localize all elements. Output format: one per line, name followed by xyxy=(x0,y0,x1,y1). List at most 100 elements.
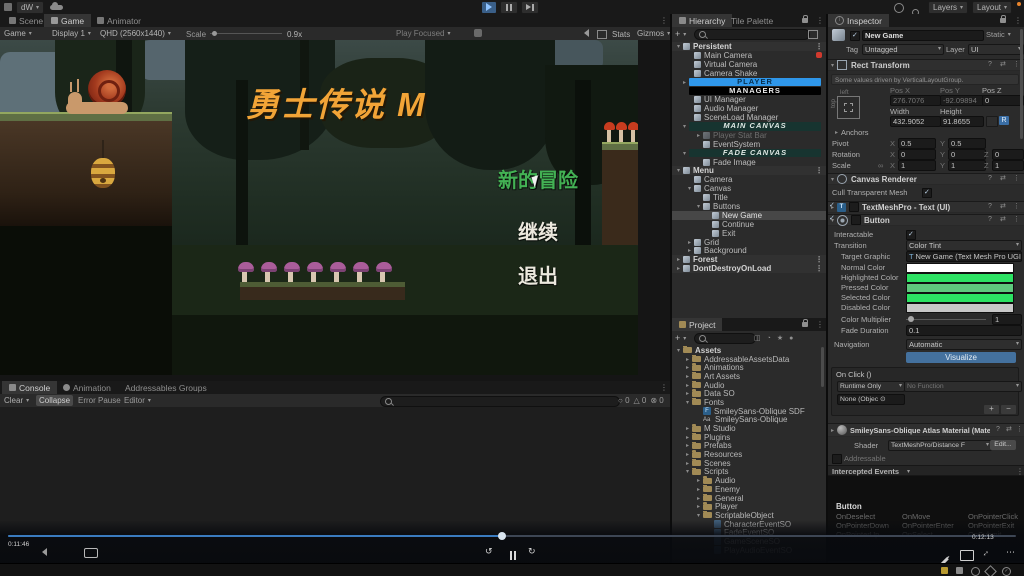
component-menu-icon[interactable]: ⋮ xyxy=(1013,59,1020,71)
inspector-scrollbar[interactable] xyxy=(1020,29,1023,139)
color-multiplier-knob[interactable] xyxy=(908,316,914,322)
search-by-type-icon[interactable] xyxy=(808,30,818,39)
hierarchy-item-separator[interactable]: ▸PLAYER xyxy=(672,78,826,87)
panel-menu-icon[interactable]: ⋮ xyxy=(660,16,668,25)
hierarchy-item-separator[interactable]: ▾MAIN CANVAS xyxy=(672,122,826,131)
status-cache-icon[interactable] xyxy=(956,567,963,574)
project-scrollbar[interactable] xyxy=(821,347,824,387)
status-progress-icon[interactable]: ✓ xyxy=(1002,567,1011,576)
project-item[interactable]: ▸M Studio xyxy=(672,424,822,433)
gameobject-icon[interactable] xyxy=(832,29,845,41)
inspector-menu-icon[interactable]: ⋮ xyxy=(1014,16,1022,25)
pivot-y-field[interactable]: 0.5 xyxy=(948,138,986,149)
shader-dropdown[interactable]: TextMeshPro/Distance F▾ xyxy=(888,440,992,451)
rect-transform-header[interactable]: ▾Rect Transform xyxy=(828,59,1024,71)
selected-color-swatch[interactable] xyxy=(906,293,1014,303)
tag-dropdown[interactable]: Untagged▾ xyxy=(862,44,944,55)
hierarchy-item[interactable]: Main Camera xyxy=(672,51,826,60)
component-menu-icon[interactable]: ⋮ xyxy=(1013,173,1020,185)
project-item[interactable]: ▸Art Assets xyxy=(672,372,822,381)
favorites-icon[interactable]: ★ xyxy=(777,334,783,342)
layers-dropdown[interactable]: Layers▾ xyxy=(928,1,968,14)
material-header[interactable]: ▸SmileySans-Oblique Atlas Material (Mate xyxy=(828,423,1024,437)
raw-edit-button[interactable]: R xyxy=(999,116,1009,125)
anchors-foldout[interactable]: ▸Anchors xyxy=(832,128,869,137)
hierarchy-item[interactable]: Fade Image xyxy=(672,158,826,167)
tab-console[interactable]: Console xyxy=(2,381,57,394)
project-item[interactable]: ▾Fonts xyxy=(672,398,822,407)
play-button[interactable] xyxy=(481,1,497,14)
status-activity-icon[interactable] xyxy=(971,567,980,576)
tmp-enabled-checkbox[interactable] xyxy=(849,202,859,212)
project-item[interactable]: ▸Data SO xyxy=(672,389,822,398)
subtitle-icon[interactable] xyxy=(84,548,98,558)
video-progress-handle[interactable] xyxy=(498,532,506,540)
hierarchy-item-scene[interactable]: ▸DontDestroyOnLoad⋮ xyxy=(672,264,826,273)
hierarchy-item[interactable]: Title xyxy=(672,193,826,202)
pivot-x-field[interactable]: 0.5 xyxy=(898,138,936,149)
hierarchy-item-separator[interactable]: ▾FADE CANVAS xyxy=(672,149,826,158)
console-collapse-toggle[interactable]: Collapse xyxy=(36,395,73,406)
status-package-icon[interactable] xyxy=(941,567,948,574)
runtime-only-dropdown[interactable]: Runtime Only▾ xyxy=(837,381,905,392)
console-clear-button[interactable]: Clear▾ xyxy=(4,396,29,405)
history-icon[interactable] xyxy=(894,3,904,13)
component-menu-icon[interactable]: ⋮ xyxy=(1013,214,1020,226)
help-icon[interactable]: ? xyxy=(988,173,992,185)
hierarchy-item-separator[interactable]: MANAGERS xyxy=(672,86,826,95)
hierarchy-item-scene[interactable]: ▾Menu⋮ xyxy=(672,166,826,175)
account-button[interactable]: dW▾ xyxy=(16,1,44,14)
project-item[interactable]: AaSmileySans-Oblique xyxy=(672,416,822,425)
pressed-color-swatch[interactable] xyxy=(906,283,1014,293)
pos-x-field[interactable]: 276.7076 xyxy=(890,95,941,106)
none-object-field[interactable]: None (Objec ⊙ xyxy=(837,394,905,405)
help-icon[interactable]: ? xyxy=(996,424,1000,436)
help-icon[interactable]: ? xyxy=(988,59,992,71)
presets-icon[interactable]: ⇄ xyxy=(1000,59,1006,71)
scale-x-field[interactable]: 1 xyxy=(898,160,936,171)
status-collab-icon[interactable] xyxy=(984,565,997,576)
layer-dropdown[interactable]: UI▾ xyxy=(968,44,1024,55)
anchor-preset-button[interactable] xyxy=(837,96,860,119)
tab-tile-palette[interactable]: Tile Palette xyxy=(724,14,780,27)
pause-button[interactable] xyxy=(500,1,518,14)
console-editor-dropdown[interactable]: Editor▾ xyxy=(124,396,151,405)
project-item[interactable]: ▸AddressableAssetsData xyxy=(672,355,822,364)
hierarchy-item-selected[interactable]: New Game xyxy=(672,211,826,220)
object-name-field[interactable]: New Game xyxy=(862,30,984,41)
tab-animation[interactable]: Animation xyxy=(56,381,118,394)
rewind-10-icon[interactable]: ↺ xyxy=(485,546,493,557)
layout-dropdown[interactable]: Layout▾ xyxy=(972,1,1012,14)
highlighted-color-swatch[interactable] xyxy=(906,273,1014,283)
fade-duration-field[interactable]: 0.1 xyxy=(906,325,1022,336)
tab-game[interactable]: Game xyxy=(44,14,91,27)
console-error-pause-toggle[interactable]: Error Pause xyxy=(78,396,121,405)
button-header[interactable]: ▾Button xyxy=(828,214,1024,226)
color-multiplier-slider[interactable] xyxy=(906,319,986,320)
width-field[interactable]: 432.9052 xyxy=(890,116,941,127)
intercepted-events-bar[interactable]: Intercepted Events▾ ⋮ xyxy=(828,465,1024,476)
rotation-x-field[interactable]: 0 xyxy=(898,149,936,160)
console-search-input[interactable] xyxy=(380,396,620,407)
tab-project[interactable]: Project xyxy=(672,318,722,331)
vsync-icon[interactable] xyxy=(597,30,607,39)
cloud-icon[interactable] xyxy=(50,5,63,10)
error-count-toggle[interactable]: ⊗ 0 xyxy=(650,396,663,405)
hierarchy-menu-icon[interactable]: ⋮ xyxy=(816,16,824,25)
hierarchy-item[interactable]: ▾Buttons xyxy=(672,202,826,211)
rotation-z-field[interactable]: 0 xyxy=(992,149,1024,160)
hierarchy-item[interactable]: ▾Canvas xyxy=(672,184,826,193)
hierarchy-item-scene[interactable]: ▾Persistent⋮ xyxy=(672,42,826,51)
project-item[interactable]: ▸General xyxy=(672,494,822,503)
interactable-checkbox[interactable] xyxy=(906,230,916,240)
component-menu-icon[interactable]: ⋮ xyxy=(1016,424,1023,436)
rotation-y-field[interactable]: 0 xyxy=(948,149,986,160)
project-item[interactable]: ▸Animations xyxy=(672,363,822,372)
pos-y-field[interactable]: -92.09894 xyxy=(940,95,984,106)
lock-icon[interactable] xyxy=(802,18,808,23)
mute-audio-icon[interactable] xyxy=(580,29,589,37)
cull-transparent-mesh-checkbox[interactable] xyxy=(922,188,932,198)
warning-count-toggle[interactable]: △ 0 xyxy=(634,396,647,405)
tmp-text-header[interactable]: ▸TTextMeshPro - Text (UI) xyxy=(828,201,1024,213)
search-by-type-icon[interactable]: ◫ xyxy=(754,334,761,342)
